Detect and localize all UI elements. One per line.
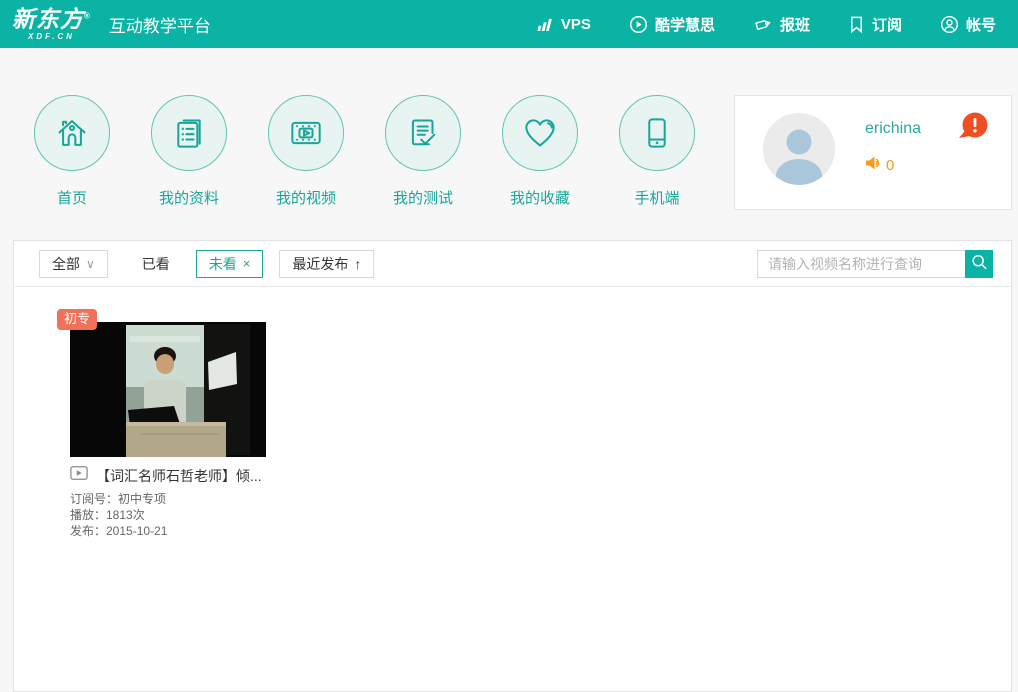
sort-label: 最近发布 xyxy=(292,255,349,272)
quick-label: 我的收藏 xyxy=(509,190,570,207)
search-button[interactable] xyxy=(965,249,993,278)
speaker-icon xyxy=(865,155,882,176)
search-icon xyxy=(969,252,989,275)
search-box xyxy=(757,249,993,278)
nav-label: 帐号 xyxy=(965,16,996,34)
quick-label: 手机端 xyxy=(634,190,680,207)
filter-watched[interactable]: 已看 xyxy=(135,249,176,278)
test-check-icon xyxy=(385,95,461,171)
tag-icon xyxy=(753,15,773,34)
registered-mark: ® xyxy=(84,10,91,20)
quick-label: 我的视频 xyxy=(275,190,336,207)
quick-item-favorites[interactable]: 我的收藏 xyxy=(502,95,578,208)
quick-item-mobile[interactable]: 手机端 xyxy=(619,95,695,208)
film-icon xyxy=(268,95,344,171)
filter-unwatched-label: 未看 xyxy=(208,255,237,272)
quick-nav-section: 首页 我的资料 我的视频 我的测试 我的收藏 手机端 erichina 0 xyxy=(0,48,1018,240)
quick-label: 我的资料 xyxy=(158,190,219,207)
filter-all-dropdown[interactable]: 全部 ∨ xyxy=(39,249,108,278)
filter-unwatched[interactable]: 未看 × xyxy=(195,249,264,278)
video-card: 初专 【词汇名师石哲老师】倾... 订阅号：初中专项 播放：1813次 发布：2… xyxy=(57,309,266,539)
video-published: 发布：2015-10-21 xyxy=(70,524,168,538)
filter-watched-label: 已看 xyxy=(141,255,170,272)
message-counter[interactable]: 0 xyxy=(865,155,894,176)
nav-item-baoban[interactable]: 报班 xyxy=(753,14,810,35)
page-title: 互动教学平台 xyxy=(108,16,211,36)
close-icon[interactable]: × xyxy=(243,256,251,271)
filter-bar: 全部 ∨ 已看 未看 × 最近发布 ↑ xyxy=(14,241,1011,287)
quick-item-home[interactable]: 首页 xyxy=(34,95,110,208)
sort-recent-button[interactable]: 最近发布 ↑ xyxy=(279,249,375,278)
video-thumbnail-image[interactable] xyxy=(70,322,266,457)
play-circle-icon xyxy=(629,15,648,34)
home-icon xyxy=(34,95,110,171)
quick-label: 我的测试 xyxy=(392,190,453,207)
header-nav: VPS 酷学慧思 报班 订阅 帐号 xyxy=(535,14,996,35)
logo-title: 新东方® xyxy=(12,5,91,32)
nav-label: VPS xyxy=(560,15,591,33)
xdf-logo[interactable]: 新东方® XDF.CN xyxy=(12,5,91,41)
quick-label: 首页 xyxy=(56,190,87,207)
user-circle-icon xyxy=(940,15,959,34)
user-panel: erichina 0 xyxy=(734,95,1012,210)
nav-item-subscribe[interactable]: 订阅 xyxy=(848,14,902,35)
username[interactable]: erichina xyxy=(865,120,921,138)
video-plays: 播放：1813次 xyxy=(70,508,145,522)
heart-icon xyxy=(502,95,578,171)
quick-item-materials[interactable]: 我的资料 xyxy=(151,95,227,208)
documents-icon xyxy=(151,95,227,171)
filter-all-label: 全部 xyxy=(52,255,80,272)
nav-label: 报班 xyxy=(779,16,810,34)
quick-item-videos[interactable]: 我的视频 xyxy=(268,95,344,208)
avatar[interactable] xyxy=(763,113,835,185)
phone-icon xyxy=(619,95,695,171)
nav-label: 订阅 xyxy=(871,16,902,34)
nav-item-vps[interactable]: VPS xyxy=(535,15,591,34)
quick-item-tests[interactable]: 我的测试 xyxy=(385,95,461,208)
chevron-down-icon: ∨ xyxy=(86,256,95,271)
video-grid: 初专 【词汇名师石哲老师】倾... 订阅号：初中专项 播放：1813次 发布：2… xyxy=(14,287,1011,539)
category-badge: 初专 xyxy=(57,309,98,331)
video-title[interactable]: 【词汇名师石哲老师】倾... xyxy=(96,466,262,486)
message-count: 0 xyxy=(886,157,895,174)
signal-bars-icon xyxy=(535,15,554,34)
video-title-row: 【词汇名师石哲老师】倾... xyxy=(70,465,266,486)
logo-subtitle: XDF.CN xyxy=(28,31,75,41)
play-video-icon xyxy=(70,465,88,486)
video-meta: 订阅号：初中专项 播放：1813次 发布：2015-10-21 xyxy=(70,491,266,539)
search-input[interactable] xyxy=(757,249,965,278)
top-header: 新东方® XDF.CN 互动教学平台 VPS 酷学慧思 报班 订阅 帐号 xyxy=(0,0,1018,48)
alert-bubble-icon[interactable] xyxy=(958,112,989,146)
nav-item-kuxue[interactable]: 酷学慧思 xyxy=(629,14,715,35)
nav-item-account[interactable]: 帐号 xyxy=(940,14,996,35)
nav-label: 酷学慧思 xyxy=(654,16,715,34)
video-list-panel: 全部 ∨ 已看 未看 × 最近发布 ↑ 初专 xyxy=(13,240,1012,692)
video-subscription: 订阅号：初中专项 xyxy=(70,492,167,506)
bookmark-icon xyxy=(848,15,865,34)
arrow-up-icon: ↑ xyxy=(354,255,362,272)
